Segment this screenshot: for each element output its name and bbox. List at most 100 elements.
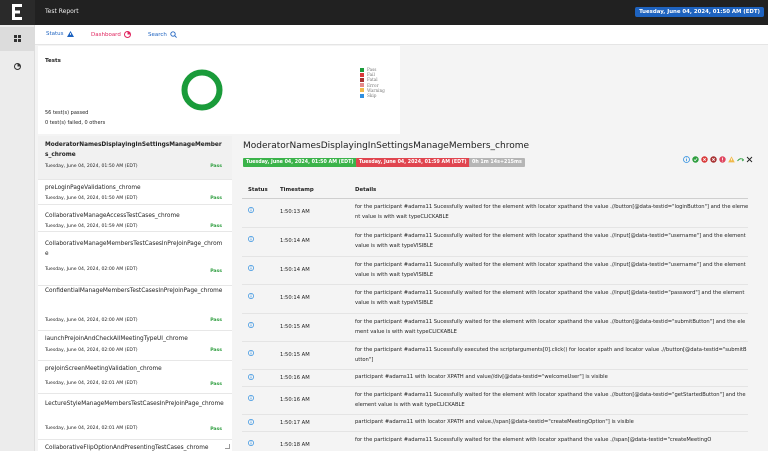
test-name: ModeratorNamesDisplayingInSettingsManage… [45, 142, 222, 158]
test-list-item[interactable]: preLoginPageValidations_chrome Tuesday, J… [38, 180, 232, 205]
end-time-badge: Tuesday, June 04, 2024, 01:59 AM (EDT) [356, 158, 470, 167]
legend-swatch [360, 72, 364, 77]
test-list-item[interactable]: launchPrejoinAndCheckAllMeetingTypeUI_ch… [38, 331, 232, 361]
log-timestamp: 1:50:17 AM [280, 420, 310, 426]
log-timestamp: 1:50:16 AM [280, 397, 310, 403]
test-list-item[interactable]: LectureStyleManageMembersTestCasesInPreJ… [38, 394, 232, 440]
test-name: launchPrejoinAndCheckAllMeetingTypeUI_ch… [45, 336, 188, 342]
log-details: for the participant #adams11 Sucessfully… [355, 262, 746, 278]
duration-badge: 0h 1m 14s+215ms [469, 158, 525, 167]
tab-search-label: Search [148, 31, 167, 38]
nav-test-view[interactable] [0, 27, 35, 51]
test-name: ConfidentialManageMembersTestCasesInPreJ… [45, 288, 223, 294]
log-timestamp: 1:50:15 AM [280, 352, 310, 358]
warning-filter-icon[interactable] [728, 156, 735, 163]
tab-search[interactable]: Search [148, 31, 177, 38]
grid-icon [14, 35, 21, 42]
fail-filter-icon[interactable] [701, 156, 708, 163]
test-date: Tuesday, June 04, 2024, 02:01 AM (EDT) [45, 426, 138, 431]
info-icon [248, 440, 254, 446]
left-nav [0, 25, 35, 451]
log-details: for the participant #adams11 Sucessfully… [355, 290, 745, 306]
info-icon [248, 395, 254, 401]
test-date: Tuesday, June 04, 2024, 02:00 AM (EDT) [45, 267, 138, 272]
log-row: 1:50:15 AM for the participant #adams11 S… [242, 314, 748, 342]
test-date: Tuesday, June 04, 2024, 02:00 AM (EDT) [45, 348, 138, 353]
log-timestamp: 1:50:14 AM [280, 295, 310, 301]
start-time-badge: Tuesday, June 04, 2024, 01:50 AM (EDT) [243, 158, 357, 167]
info-icon [248, 236, 254, 242]
test-name: preJoinScreenMeetingValidation_chrome [45, 366, 162, 372]
log-details: for the participant #adams11 Sucessfully… [355, 392, 746, 408]
error-filter-icon[interactable] [719, 156, 726, 163]
test-status-badge: Pass [210, 348, 222, 353]
log-row: 1:50:16 AM for the participant #adams11 S… [242, 387, 748, 415]
summary-label: Tests [45, 58, 61, 64]
log-details: for the participant #adams11 Sucessfully… [355, 204, 749, 220]
fatal-filter-icon[interactable] [710, 156, 717, 163]
dashboard-icon [123, 31, 131, 38]
test-status-badge: Pass [210, 427, 222, 432]
skip-filter-icon[interactable] [737, 156, 744, 163]
log-row: 1:50:14 AM for the participant #adams11 S… [242, 257, 748, 285]
log-details: participant #adams11 with locator XPATH … [355, 374, 608, 380]
test-status-badge: Pass [210, 164, 222, 169]
test-date: Tuesday, June 04, 2024, 02:00 AM (EDT) [45, 318, 138, 323]
app-title: Test Report [45, 8, 79, 15]
resize-handle[interactable] [225, 444, 230, 449]
test-date: Tuesday, June 04, 2024, 02:01 AM (EDT) [45, 381, 138, 386]
test-list-item[interactable]: CollaborativeManageAccessTestCases_chrom… [38, 205, 232, 232]
donut-pass-arc [181, 69, 223, 111]
log-row: 1:50:17 AM participant #adams11 with loca… [242, 415, 748, 432]
test-detail: ModeratorNamesDisplayingInSettingsManage… [240, 136, 768, 451]
info-filter-icon[interactable] [683, 156, 690, 163]
log-row: 1:50:13 AM for the participant #adams11 S… [242, 199, 748, 228]
detail-title: ModeratorNamesDisplayingInSettingsManage… [243, 141, 530, 151]
test-list-item[interactable]: ConfidentialManageMembersTestCasesInPreJ… [38, 286, 232, 331]
log-table-header: Status Timestamp Details [242, 181, 748, 199]
test-status-badge: Pass [210, 318, 222, 323]
test-status-badge: Pass [210, 224, 222, 229]
clear-filter-icon[interactable] [746, 156, 753, 163]
legend-swatch [360, 67, 364, 72]
log-row: 1:50:14 AM for the participant #adams11 S… [242, 285, 748, 314]
summary-card: Tests Pass Fail Fatal Error Warning Skip 56 t… [38, 46, 400, 134]
test-list-item[interactable]: CollaborativeFlipOptionAndPresentingTest… [38, 440, 232, 451]
info-icon [248, 350, 254, 356]
test-list-item[interactable]: preJoinScreenMeetingValidation_chrome Tue… [38, 361, 232, 394]
test-status-badge: Pass [210, 269, 222, 274]
warning-icon [66, 31, 74, 37]
info-icon [248, 265, 254, 271]
top-bar: Test Report Tuesday, June 04, 2024, 01:5… [0, 0, 768, 25]
test-name: CollaborativeManageMembersTestCasesInPre… [45, 241, 223, 257]
log-row: 1:50:14 AM for the participant #adams11 S… [242, 228, 748, 257]
info-icon [248, 419, 254, 425]
test-date: Tuesday, June 04, 2024, 01:50 AM (EDT) [45, 196, 138, 201]
log-timestamp: 1:50:14 AM [280, 267, 310, 273]
pass-filter-icon[interactable] [692, 156, 699, 163]
legend-swatch [360, 93, 364, 98]
legend-swatch [360, 77, 364, 82]
app-logo[interactable] [0, 0, 35, 25]
test-status-badge: Pass [210, 382, 222, 387]
info-icon [248, 207, 254, 213]
tab-dashboard[interactable]: Dashboard [91, 31, 131, 38]
log-timestamp: 1:50:13 AM [280, 209, 310, 215]
failed-count: 0 test(s) failed, 0 others [45, 120, 106, 126]
log-timestamp: 1:50:16 AM [280, 375, 310, 381]
report-date-badge: Tuesday, June 04, 2024, 01:50 AM (EDT) [635, 7, 764, 17]
test-list-item[interactable]: ModeratorNamesDisplayingInSettingsManage… [38, 136, 232, 180]
test-list-item[interactable]: CollaborativeManageMembersTestCasesInPre… [38, 232, 232, 286]
legend-swatch [360, 88, 364, 93]
tab-bar: Status Dashboard Search [35, 25, 768, 45]
col-status: Status [248, 187, 268, 193]
legend-swatch [360, 83, 364, 88]
test-name: LectureStyleManageMembersTestCasesInPreJ… [45, 401, 224, 407]
log-row: 1:50:16 AM participant #adams11 with loca… [242, 370, 748, 387]
nav-dashboard-view[interactable] [0, 55, 35, 79]
col-timestamp: Timestamp [280, 187, 314, 193]
test-name: CollaborativeFlipOptionAndPresentingTest… [45, 445, 209, 451]
log-details: participant #adams11 with locator XPATH … [355, 419, 634, 425]
tab-status[interactable]: Status [46, 31, 74, 37]
info-icon [248, 293, 254, 299]
